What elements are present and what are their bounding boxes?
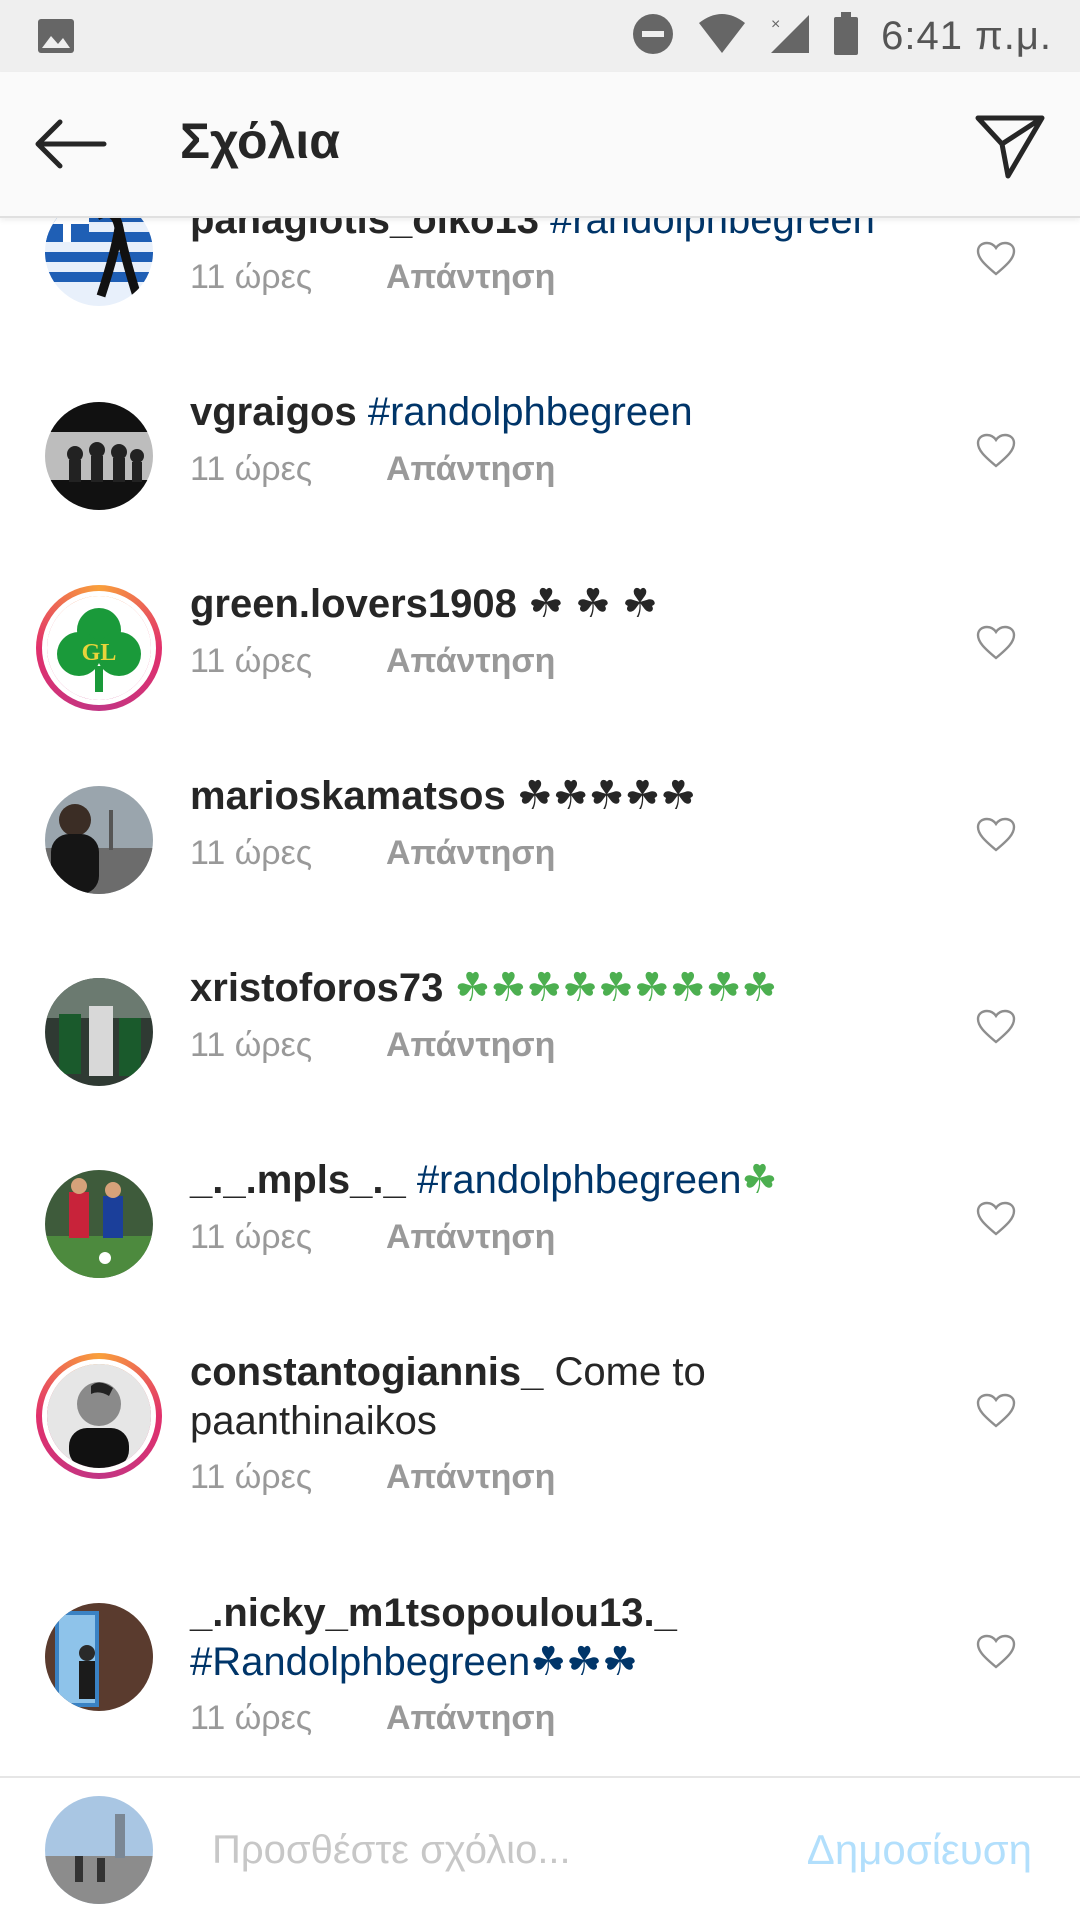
avatar[interactable] bbox=[45, 402, 153, 510]
comment-hashtag[interactable]: #randolphbegreen bbox=[417, 1158, 742, 1202]
battery-icon bbox=[833, 11, 859, 61]
comment-time: 11 ώρες bbox=[190, 258, 313, 296]
heart-icon[interactable] bbox=[976, 1201, 1016, 1237]
comment-body: ☘ ☘ ☘ bbox=[528, 582, 658, 626]
avatar[interactable] bbox=[45, 1603, 153, 1711]
signal-icon: × bbox=[769, 13, 811, 60]
comment-username[interactable]: vgraigos bbox=[190, 390, 357, 434]
comment-time: 11 ώρες bbox=[190, 1218, 313, 1256]
comment-username[interactable]: green.lovers1908 bbox=[190, 582, 517, 626]
svg-text:×: × bbox=[771, 16, 780, 33]
reply-button[interactable]: Απάντηση bbox=[386, 1026, 555, 1065]
comment-meta: 11 ώρες Απάντηση bbox=[190, 642, 555, 681]
avatar-story-ring[interactable] bbox=[36, 1353, 162, 1479]
comment-username[interactable]: constantogiannis_ bbox=[190, 1350, 543, 1394]
reply-button[interactable]: Απάντηση bbox=[386, 1699, 555, 1738]
avatar-story-ring[interactable]: GL bbox=[36, 585, 162, 711]
arrow-left-icon bbox=[35, 119, 107, 169]
reply-button[interactable]: Απάντηση bbox=[386, 1218, 555, 1257]
comment-username[interactable]: marioskamatsos bbox=[190, 774, 506, 818]
comment-composer: Δημοσίευση bbox=[0, 1776, 1080, 1922]
comment-username[interactable]: _.nicky_m1tsopoulou13._ bbox=[190, 1591, 677, 1635]
comment-emoji: ☘☘☘ bbox=[530, 1640, 638, 1684]
post-button[interactable]: Δημοσίευση bbox=[807, 1826, 1032, 1874]
comment-text: _.nicky_m1tsopoulou13._ #Randolphbegreen… bbox=[190, 1589, 930, 1687]
comment-meta: 11 ώρες Απάντηση bbox=[190, 258, 555, 297]
comment-meta: 11 ώρες Απάντηση bbox=[190, 834, 555, 873]
status-time: 6:41 π.μ. bbox=[881, 13, 1052, 58]
wifi-icon bbox=[697, 13, 747, 60]
dnd-icon bbox=[631, 12, 675, 61]
heart-icon[interactable] bbox=[976, 433, 1016, 469]
comment-time: 11 ώρες bbox=[190, 1458, 313, 1496]
own-avatar bbox=[45, 1796, 153, 1904]
comment-time: 11 ώρες bbox=[190, 834, 313, 872]
heart-icon[interactable] bbox=[976, 817, 1016, 853]
heart-icon[interactable] bbox=[976, 1634, 1016, 1670]
comment-username[interactable]: panagiotis_oiko13 bbox=[190, 216, 539, 242]
comment-body: ☘☘☘☘☘ bbox=[516, 774, 697, 818]
reply-button[interactable]: Απάντηση bbox=[386, 258, 555, 297]
page-title: Σχόλια bbox=[180, 113, 340, 169]
comment-input[interactable] bbox=[210, 1814, 774, 1886]
comment-hashtag[interactable]: #randolphbegreen bbox=[368, 390, 693, 434]
comment-time: 11 ώρες bbox=[190, 1699, 313, 1737]
direct-share-button[interactable] bbox=[970, 106, 1050, 186]
status-bar: × 6:41 π.μ. bbox=[0, 0, 1080, 72]
comment-time: 11 ώρες bbox=[190, 1026, 313, 1064]
reply-button[interactable]: Απάντηση bbox=[386, 1458, 555, 1497]
comment-text: green.lovers1908 ☘ ☘ ☘ bbox=[190, 580, 930, 629]
comment-text: _._.mpls_._ #randolphbegreen☘ bbox=[190, 1156, 930, 1205]
reply-button[interactable]: Απάντηση bbox=[386, 450, 555, 489]
heart-icon[interactable] bbox=[976, 1009, 1016, 1045]
paper-plane-icon bbox=[975, 115, 1045, 179]
avatar[interactable] bbox=[45, 978, 153, 1086]
comment-hashtag[interactable]: #randolphbegreen bbox=[550, 216, 875, 242]
heart-icon[interactable] bbox=[976, 1393, 1016, 1429]
comments-list[interactable]: panagiotis_oiko13 #randolphbegreen 11 ώρ… bbox=[0, 216, 1080, 1776]
avatar-logo: GL bbox=[47, 596, 151, 700]
avatar[interactable] bbox=[45, 786, 153, 894]
comment-time: 11 ώρες bbox=[190, 450, 313, 488]
image-icon bbox=[36, 16, 76, 61]
comment-text: marioskamatsos ☘☘☘☘☘ bbox=[190, 772, 930, 821]
comment-meta: 11 ώρες Απάντηση bbox=[190, 1218, 555, 1257]
comment-emoji: ☘ bbox=[741, 1158, 778, 1202]
reply-button[interactable]: Απάντηση bbox=[386, 642, 555, 681]
comment-text: xristoforos73 ☘☘☘☘☘☘☘☘☘ bbox=[190, 964, 930, 1013]
reply-button[interactable]: Απάντηση bbox=[386, 834, 555, 873]
comment-hashtag[interactable]: #Randolphbegreen bbox=[190, 1640, 530, 1684]
svg-text:GL: GL bbox=[82, 640, 117, 666]
comment-username[interactable]: xristoforos73 bbox=[190, 966, 443, 1010]
comment-body: ☘☘☘☘☘☘☘☘☘ bbox=[454, 966, 778, 1010]
comment-username[interactable]: _._.mpls_._ bbox=[190, 1158, 406, 1202]
comment-text: vgraigos #randolphbegreen bbox=[190, 388, 930, 437]
avatar[interactable] bbox=[45, 1170, 153, 1278]
comment-meta: 11 ώρες Απάντηση bbox=[190, 1026, 555, 1065]
heart-icon[interactable] bbox=[976, 625, 1016, 661]
comment-meta: 11 ώρες Απάντηση bbox=[190, 1699, 555, 1738]
avatar[interactable] bbox=[45, 216, 153, 306]
comment-meta: 11 ώρες Απάντηση bbox=[190, 1458, 555, 1497]
heart-icon[interactable] bbox=[976, 241, 1016, 277]
header-bar: Σχόλια bbox=[0, 72, 1080, 218]
comment-text: constantogiannis_ Come to paanthinaikos bbox=[190, 1348, 930, 1446]
back-button[interactable] bbox=[30, 112, 110, 176]
comment-time: 11 ώρες bbox=[190, 642, 313, 680]
comment-text: panagiotis_oiko13 #randolphbegreen bbox=[190, 216, 930, 245]
comment-meta: 11 ώρες Απάντηση bbox=[190, 450, 555, 489]
